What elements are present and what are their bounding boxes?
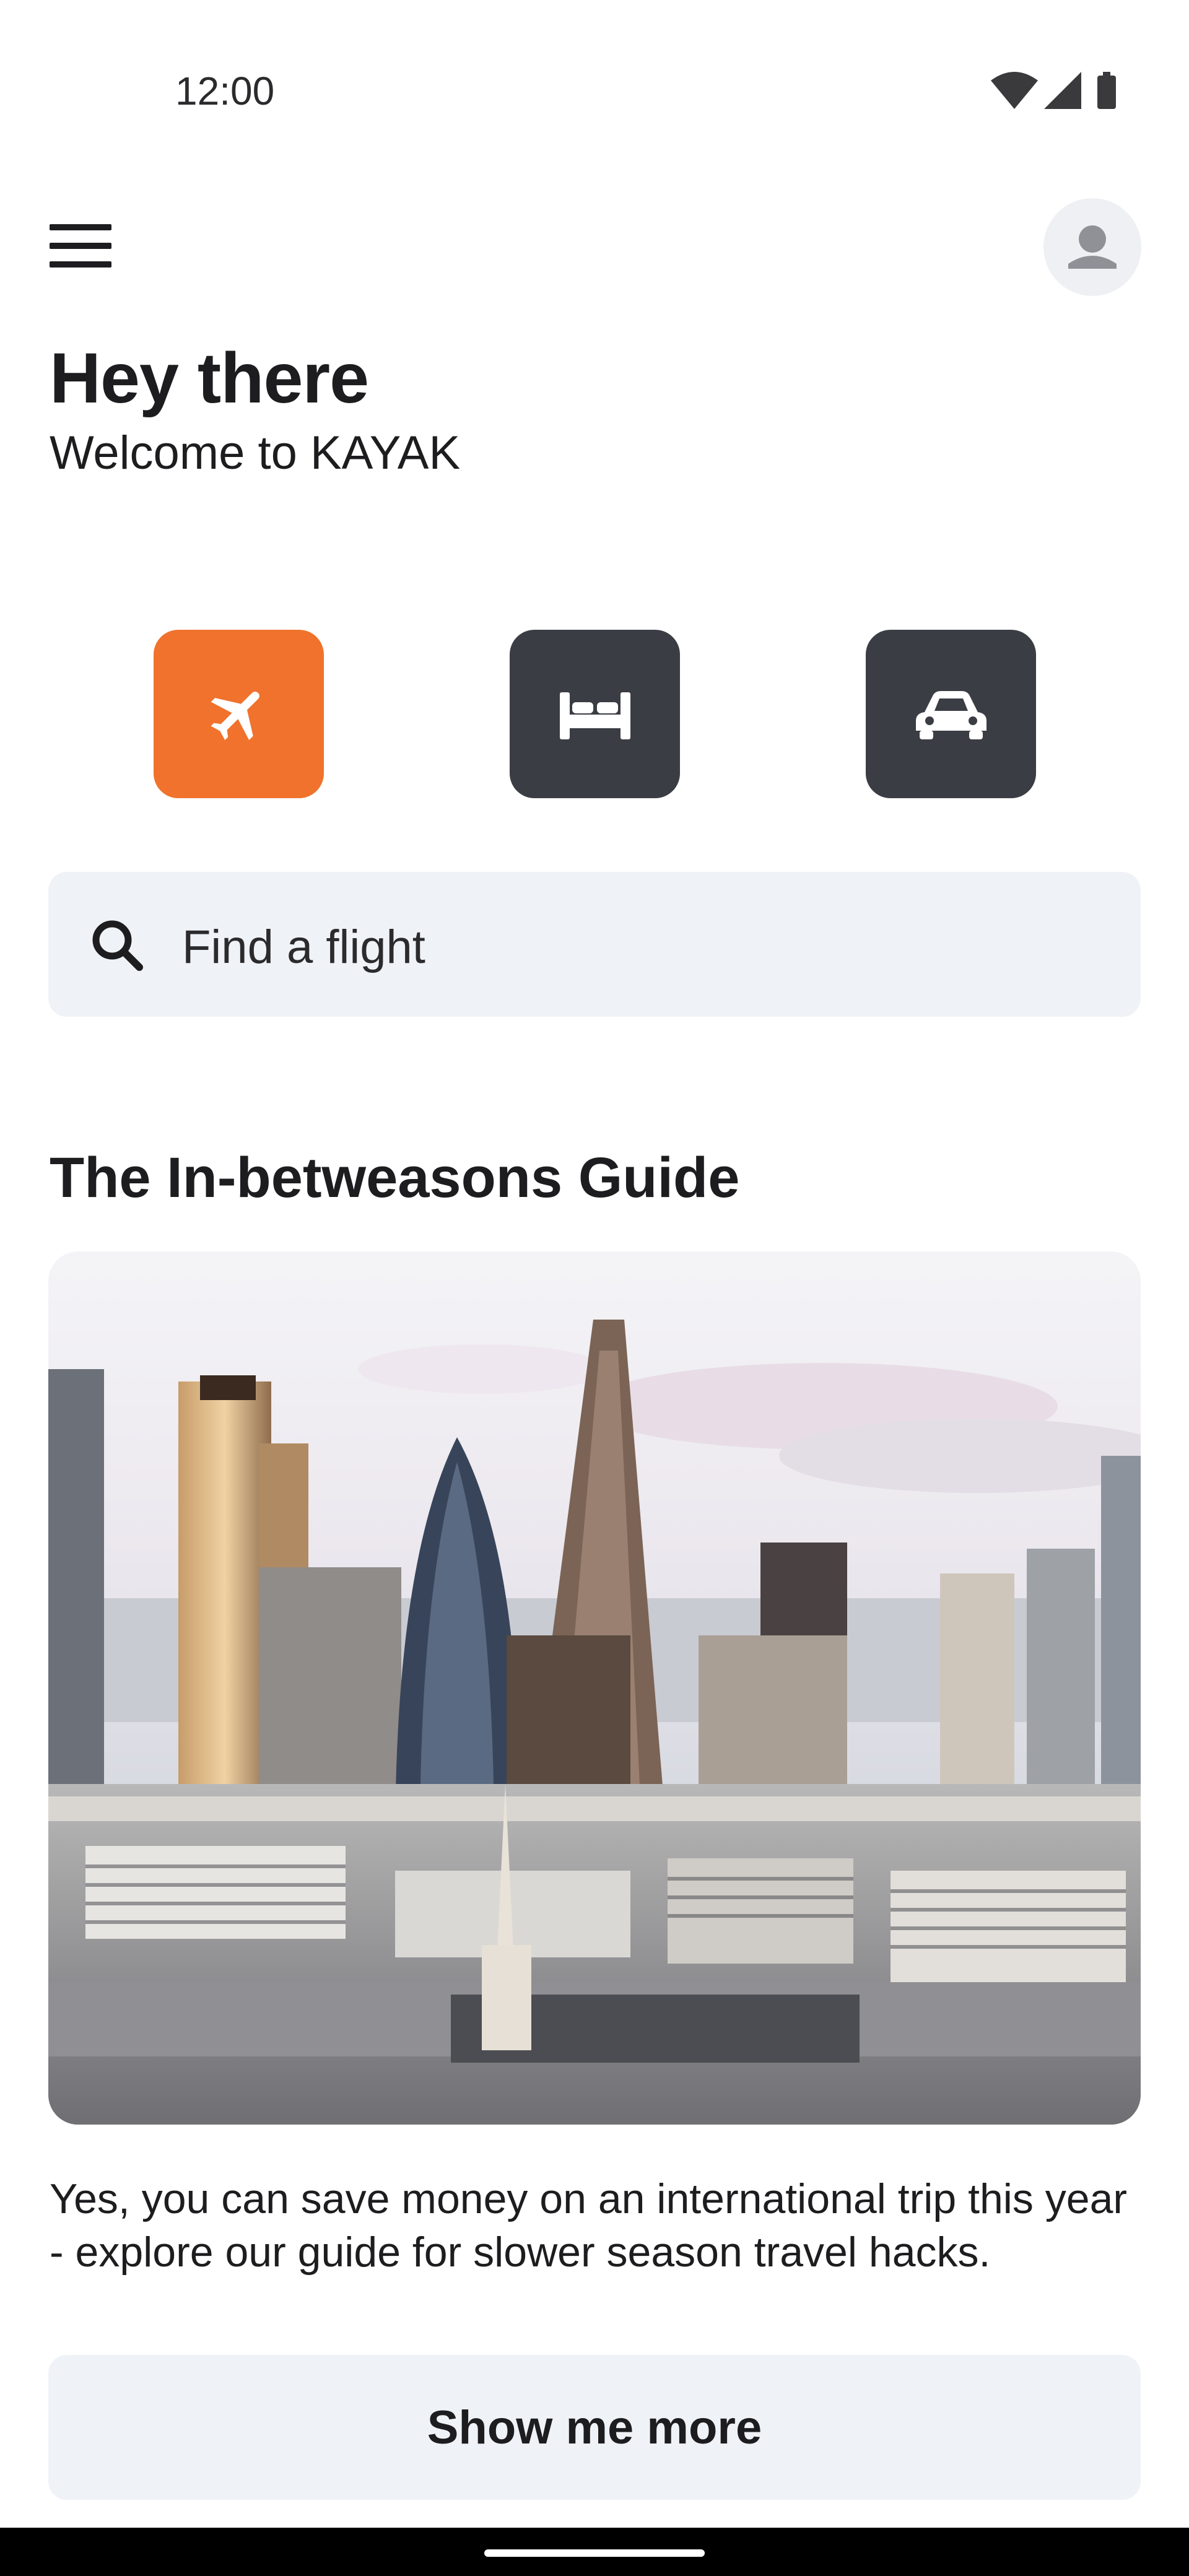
guide-title: The In-betweasons Guide: [50, 1146, 740, 1209]
status-bar: 12:00: [0, 0, 1189, 186]
cars-tab-button[interactable]: [866, 630, 1036, 798]
menu-line: [50, 243, 111, 249]
menu-line: [50, 261, 111, 268]
menu-line: [50, 224, 111, 230]
search-icon: [92, 920, 143, 971]
stays-tab-button[interactable]: [510, 630, 680, 798]
hamburger-menu-icon[interactable]: [50, 218, 119, 275]
bed-icon: [559, 692, 630, 739]
avatar[interactable]: [1043, 198, 1141, 296]
show-more-button[interactable]: Show me more: [48, 2355, 1141, 2500]
cell-signal-icon: [1044, 72, 1081, 109]
flights-tab-button[interactable]: [154, 630, 324, 798]
search-placeholder: Find a flight: [182, 921, 425, 973]
search-input[interactable]: Find a flight: [48, 872, 1141, 1017]
guide-image[interactable]: [48, 1251, 1141, 2125]
home-indicator[interactable]: [484, 2549, 705, 2557]
battery-icon: [1097, 72, 1116, 109]
greeting-title: Hey there: [50, 339, 369, 418]
user-avatar-icon: [1068, 225, 1117, 269]
guide-description: Yes, you can save money on an internatio…: [50, 2175, 1128, 2276]
status-time: 12:00: [175, 69, 275, 113]
airplane-icon: [211, 691, 259, 741]
car-icon: [915, 691, 986, 739]
status-icons: [991, 72, 1116, 109]
london-skyline-image: [48, 1251, 1141, 2125]
wifi-icon: [991, 72, 1038, 109]
greeting-subtitle: Welcome to KAYAK: [50, 427, 461, 479]
